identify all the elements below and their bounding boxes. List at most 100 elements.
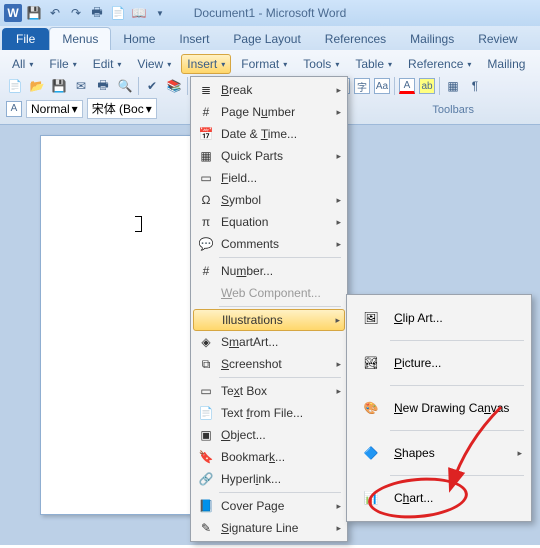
menu-break[interactable]: ≣Break▸	[193, 79, 345, 101]
break-icon: ≣	[197, 81, 215, 99]
menu-table[interactable]: Table▾	[349, 54, 398, 74]
separator	[439, 77, 440, 95]
menu-smartart[interactable]: ◈SmartArt...	[193, 331, 345, 353]
font-case-icon[interactable]: Aa	[374, 78, 390, 94]
tab-mailings[interactable]: Mailings	[398, 28, 466, 50]
tab-file[interactable]: File	[2, 28, 49, 50]
menu-date-time[interactable]: 📅Date & Time...	[193, 123, 345, 145]
tab-review[interactable]: Review	[466, 28, 529, 50]
separator	[219, 377, 341, 378]
redo-icon[interactable]: ↷	[67, 4, 85, 22]
tab-references[interactable]: References	[313, 28, 398, 50]
picture-icon: 🏞	[356, 348, 386, 378]
save-icon[interactable]: 💾	[50, 77, 68, 95]
field-icon: ▭	[197, 169, 215, 187]
menu-page-number[interactable]: #Page Number▸	[193, 101, 345, 123]
menu-file[interactable]: File▾	[43, 54, 82, 74]
signature-icon: ✎	[197, 519, 215, 537]
font-selector[interactable]: 宋体 (Boc▾	[87, 98, 157, 119]
chart-icon: 📊	[356, 483, 386, 513]
qat-button[interactable]: 🖶	[88, 4, 106, 22]
text-cursor	[141, 216, 142, 232]
menu-object[interactable]: ▣Object...	[193, 424, 345, 446]
clipart-icon: 🖼	[356, 303, 386, 333]
equation-icon: π	[197, 213, 215, 231]
cover-page-icon: 📘	[197, 497, 215, 515]
menu-bookmark[interactable]: 🔖Bookmark...	[193, 446, 345, 468]
menu-signature-line[interactable]: ✎Signature Line▸	[193, 517, 345, 539]
menu-field[interactable]: ▭Field...	[193, 167, 345, 189]
menu-hyperlink[interactable]: 🔗Hyperlink...	[193, 468, 345, 490]
menu-tools[interactable]: Tools▾	[297, 54, 345, 74]
menu-mailing[interactable]: Mailing	[481, 54, 531, 74]
menu-screenshot[interactable]: ⧉Screenshot▸	[193, 353, 345, 375]
ribbon-tabs: File Menus Home Insert Page Layout Refer…	[0, 26, 540, 50]
menu-cover-page[interactable]: 📘Cover Page▸	[193, 495, 345, 517]
undo-icon[interactable]: ↶	[46, 4, 64, 22]
tab-home[interactable]: Home	[111, 28, 167, 50]
menu-insert[interactable]: Insert▾	[181, 54, 231, 74]
font-color-icon[interactable]: A	[399, 78, 415, 94]
highlight-icon[interactable]: ab	[419, 78, 435, 94]
print-icon[interactable]: 🖶	[94, 77, 112, 95]
tab-page-layout[interactable]: Page Layout	[221, 28, 312, 50]
menu-text-from-file[interactable]: 📄Text from File...	[193, 402, 345, 424]
submenu-shapes[interactable]: 🔷 Shapes ▸	[350, 433, 528, 473]
menu-number[interactable]: #Number...	[193, 260, 345, 282]
menu-all[interactable]: All▾	[6, 54, 39, 74]
ribbon-group-label: Toolbars	[432, 102, 474, 116]
screenshot-icon: ⧉	[197, 355, 215, 373]
menu-format[interactable]: Format▾	[235, 54, 293, 74]
styles-icon[interactable]: A	[6, 101, 22, 117]
submenu-drawing-canvas[interactable]: 🎨 New Drawing Canvas	[350, 388, 528, 428]
quick-access-toolbar: W 💾 ↶ ↷ 🖶 📄 📖 ▼	[4, 4, 169, 22]
illustrations-icon	[198, 311, 216, 329]
hyperlink-icon: 🔗	[197, 470, 215, 488]
separator	[390, 340, 524, 341]
separator	[390, 475, 524, 476]
submenu-clip-art[interactable]: 🖼 Clip Art...	[350, 298, 528, 338]
smartart-icon: ◈	[197, 333, 215, 351]
new-icon[interactable]: 📄	[6, 77, 24, 95]
illustrations-submenu: 🖼 Clip Art... 🏞 Picture... 🎨 New Drawing…	[346, 294, 532, 522]
submenu-picture[interactable]: 🏞 Picture...	[350, 343, 528, 383]
menu-text-box[interactable]: ▭Text Box▸	[193, 380, 345, 402]
toolbar-icon[interactable]: ¶	[466, 77, 484, 95]
qat-button[interactable]: 📖	[130, 4, 148, 22]
open-icon[interactable]: 📂	[28, 77, 46, 95]
symbol-icon: Ω	[197, 191, 215, 209]
separator	[390, 430, 524, 431]
qat-button[interactable]: 📄	[109, 4, 127, 22]
submenu-chart[interactable]: 📊 Chart...	[350, 478, 528, 518]
tab-menus[interactable]: Menus	[49, 27, 111, 50]
menu-quick-parts[interactable]: ▦Quick Parts▸	[193, 145, 345, 167]
canvas-icon: 🎨	[356, 393, 386, 423]
toolbar-icon[interactable]: ▦	[444, 77, 462, 95]
text-file-icon: 📄	[197, 404, 215, 422]
menu-reference[interactable]: Reference▾	[402, 54, 477, 74]
insert-dropdown-menu: ≣Break▸ #Page Number▸ 📅Date & Time... ▦Q…	[190, 76, 348, 542]
object-icon: ▣	[197, 426, 215, 444]
spell-icon[interactable]: ✔	[143, 77, 161, 95]
bookmark-icon: 🔖	[197, 448, 215, 466]
menu-symbol[interactable]: ΩSymbol▸	[193, 189, 345, 211]
preview-icon[interactable]: 🔍	[116, 77, 134, 95]
style-selector[interactable]: Normal▾	[26, 100, 83, 118]
separator	[219, 492, 341, 493]
menu-edit[interactable]: Edit▾	[87, 54, 128, 74]
shapes-icon: 🔷	[356, 438, 386, 468]
research-icon[interactable]: 📚	[165, 77, 183, 95]
char-shading-icon[interactable]: 字	[354, 78, 370, 94]
menu-comments[interactable]: 💬Comments▸	[193, 233, 345, 255]
menu-view[interactable]: View▾	[131, 54, 177, 74]
separator	[394, 77, 395, 95]
tab-insert[interactable]: Insert	[167, 28, 221, 50]
mail-icon[interactable]: ✉	[72, 77, 90, 95]
save-icon[interactable]: 💾	[25, 4, 43, 22]
separator	[219, 257, 341, 258]
menu-illustrations[interactable]: Illustrations▸	[193, 309, 345, 331]
date-icon: 📅	[197, 125, 215, 143]
qat-dropdown-icon[interactable]: ▼	[151, 4, 169, 22]
word-icon: W	[4, 4, 22, 22]
menu-equation[interactable]: πEquation▸	[193, 211, 345, 233]
